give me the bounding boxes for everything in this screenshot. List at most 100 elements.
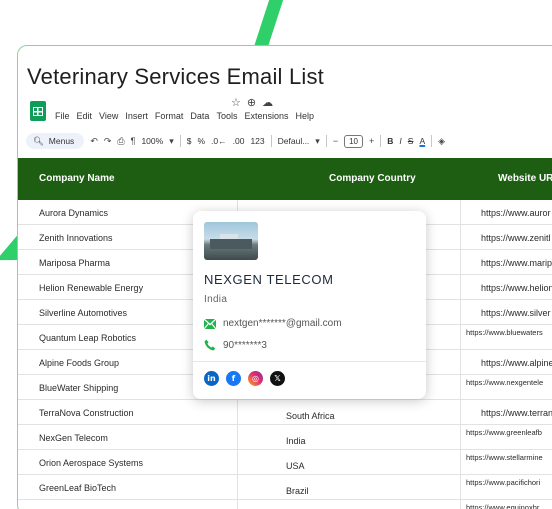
cell-company-name[interactable]: Zenith Innovations [39,233,113,243]
search-menus-label: Menus [48,136,75,146]
cell-website-url[interactable]: https://www.silver [481,308,551,318]
table-row[interactable]: TerraNova Construction South Africa https:… [18,400,552,425]
table-header: Company Name Company Country Website UR [18,158,552,200]
cell-company-name[interactable]: TerraNova Construction [39,408,134,418]
decrease-font-size-icon[interactable]: − [333,136,338,146]
cell-website-url[interactable]: https://www.alpine [481,358,552,368]
undo-icon[interactable]: ↶ [90,136,98,147]
menu-data[interactable]: Data [190,111,209,121]
cell-company-name[interactable]: BlueWater Shipping [39,383,118,393]
cell-company-country[interactable]: India [286,436,306,446]
email-icon [204,318,216,329]
toolbar-divider [179,135,181,147]
redo-icon[interactable]: ↷ [104,136,112,147]
cell-website-url[interactable]: https://www.nexgentele [466,378,543,387]
sheets-logo-icon[interactable] [30,101,46,121]
table-row[interactable]: GreenLeaf BioTech Brazil https://www.pacif… [18,475,552,500]
cell-website-url[interactable]: https://www.auror [481,208,551,218]
cell-website-url[interactable]: https://www.bluewaters [466,328,543,337]
italic-button[interactable]: I [399,136,401,146]
menu-bar: File Edit View Insert Format Data Tools … [55,111,314,121]
chevron-down-icon[interactable]: ▾ [315,136,320,147]
strikethrough-button[interactable]: S [408,136,414,146]
cell-company-name[interactable]: Mariposa Pharma [39,258,110,268]
x-icon[interactable]: 𝕏 [270,371,285,386]
bold-button[interactable]: B [387,136,393,146]
cell-company-name[interactable]: Orion Aerospace Systems [39,458,143,468]
cell-website-url[interactable]: https://www.equinoxhr [466,503,539,509]
menu-view[interactable]: View [99,111,118,121]
cell-company-name[interactable]: Helion Renewable Energy [39,283,143,293]
zoom-select[interactable]: 100% [141,136,163,146]
title-actions: ☆ ⊕ ☁ [231,96,273,109]
move-to-folder-icon[interactable]: ⊕ [247,96,256,109]
menu-format[interactable]: Format [155,111,184,121]
card-email-row[interactable]: nextgen*******@gmail.com [204,318,342,329]
text-color-button[interactable]: A [419,136,425,146]
facebook-icon[interactable]: f [226,371,241,386]
search-menus-button[interactable]: 🔍︎ Menus [26,133,85,149]
card-divider [193,361,426,362]
menu-edit[interactable]: Edit [77,111,93,121]
phone-icon [204,339,216,351]
percent-format-button[interactable]: % [197,136,205,146]
font-select[interactable]: Defaul... [278,136,310,146]
cell-website-url[interactable]: https://www.marip [481,258,552,268]
table-row[interactable]: Orion Aerospace Systems USA https://www.st… [18,450,552,475]
cell-website-url[interactable]: https://www.helion [481,283,552,293]
column-header-company-country[interactable]: Company Country [329,173,416,184]
toolbar-divider [380,135,382,147]
card-country: India [204,294,228,305]
linkedin-icon[interactable]: in [204,371,219,386]
cell-company-name[interactable]: Quantum Leap Robotics [39,333,136,343]
chevron-down-icon[interactable]: ▾ [169,136,174,147]
cell-website-url[interactable]: https://www.pacifichori [466,478,540,487]
more-formats-button[interactable]: 123 [250,136,264,146]
cell-company-country[interactable]: Brazil [286,486,309,496]
table-row[interactable]: https://www.equinoxhr [18,500,552,509]
table-row[interactable]: NexGen Telecom India https://www.greenleaf… [18,425,552,450]
cell-website-url[interactable]: https://www.stellarmine [466,453,543,462]
column-header-website-url[interactable]: Website UR [498,173,552,184]
company-detail-card: NEXGEN TELECOM India nextgen*******@gmai… [193,211,426,399]
cloud-status-icon[interactable]: ☁ [262,96,273,109]
menu-insert[interactable]: Insert [125,111,148,121]
search-icon: 🔍︎ [33,135,44,146]
fill-color-icon[interactable]: ◈ [438,136,445,147]
cell-website-url[interactable]: https://www.terran [481,408,552,418]
cell-company-country[interactable]: USA [286,461,305,471]
cell-company-name[interactable]: NexGen Telecom [39,433,108,443]
menu-file[interactable]: File [55,111,70,121]
menu-help[interactable]: Help [295,111,314,121]
toolbar: 🔍︎ Menus ↶ ↷ ⎙ ¶ 100% ▾ $ % .0← .00 123 … [26,132,445,150]
card-email-text: nextgen*******@gmail.com [223,318,342,329]
card-phone-text: 90*******3 [223,339,267,351]
cell-company-name[interactable]: Alpine Foods Group [39,358,119,368]
toolbar-divider [325,135,327,147]
cell-company-country[interactable]: South Africa [286,411,335,421]
cell-company-name[interactable]: Aurora Dynamics [39,208,108,218]
increase-font-size-icon[interactable]: + [369,136,374,146]
star-icon[interactable]: ☆ [231,96,241,109]
menu-tools[interactable]: Tools [216,111,237,121]
font-size-input[interactable]: 10 [344,134,363,148]
toolbar-divider [431,135,433,147]
menu-extensions[interactable]: Extensions [244,111,288,121]
card-phone-row[interactable]: 90*******3 [204,339,267,351]
print-icon[interactable]: ⎙ [117,136,124,147]
column-header-company-name[interactable]: Company Name [39,173,115,184]
instagram-icon[interactable]: ◎ [248,371,263,386]
cell-company-name[interactable]: GreenLeaf BioTech [39,483,116,493]
currency-format-button[interactable]: $ [187,136,192,146]
document-title[interactable]: Veterinary Services Email List [27,64,324,90]
cell-website-url[interactable]: https://www.greenleafb [466,428,542,437]
cell-website-url[interactable]: https://www.zenitl [481,233,551,243]
toolbar-divider [270,135,272,147]
paint-format-icon[interactable]: ¶ [131,136,136,146]
decorative-green-stroke [252,0,286,50]
cell-company-name[interactable]: Silverline Automotives [39,308,127,318]
decrease-decimal-button[interactable]: .0← [211,136,227,146]
increase-decimal-button[interactable]: .00 [233,136,245,146]
company-building-image [204,222,258,260]
card-company-name: NEXGEN TELECOM [204,272,334,287]
